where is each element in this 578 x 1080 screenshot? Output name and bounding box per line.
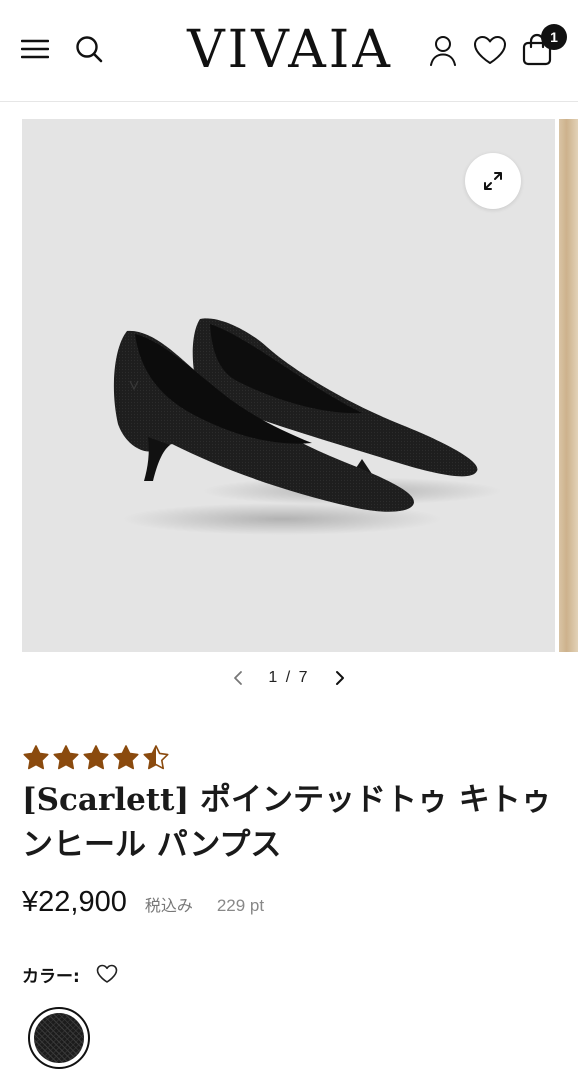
star-icon: [143, 745, 169, 770]
brand-logo[interactable]: VIVAIA: [150, 20, 430, 80]
next-image-button[interactable]: [328, 664, 352, 692]
expand-icon: [482, 170, 504, 192]
menu-icon[interactable]: [20, 34, 50, 64]
star-icon: [113, 745, 139, 770]
image-counter: 1 / 7: [268, 669, 310, 686]
wishlist-heart-icon[interactable]: [472, 34, 508, 66]
chevron-right-icon: [334, 670, 346, 686]
chevron-left-icon: [232, 670, 244, 686]
swatch-fill: [34, 1013, 84, 1063]
next-image-peek[interactable]: [559, 119, 578, 652]
star-icon: [23, 745, 49, 770]
favorite-heart-icon[interactable]: [96, 964, 118, 984]
product-title: [Scarlett] ポインテッドトゥ キトゥンヒール パンプス: [22, 782, 552, 863]
prev-image-button[interactable]: [226, 664, 250, 692]
color-label: カラー:: [22, 966, 80, 987]
star-icon: [83, 745, 109, 770]
image-pager: 1 / 7: [226, 664, 352, 692]
reward-points: 229 pt: [216, 896, 265, 915]
price-row: ¥22,900 税込み 229 pt: [22, 886, 264, 926]
account-icon[interactable]: [427, 33, 459, 67]
color-selector-header: カラー:: [22, 960, 118, 988]
site-header: VIVAIA 1: [0, 0, 578, 102]
star-icon: [53, 745, 79, 770]
tax-note: 税込み: [144, 896, 193, 915]
cart-count-badge: 1: [541, 24, 567, 50]
product-price: ¥22,900: [22, 886, 127, 918]
color-swatch-black[interactable]: [28, 1007, 90, 1069]
search-icon[interactable]: [73, 33, 105, 65]
rating-stars[interactable]: [22, 744, 170, 772]
expand-image-button[interactable]: [465, 153, 521, 209]
